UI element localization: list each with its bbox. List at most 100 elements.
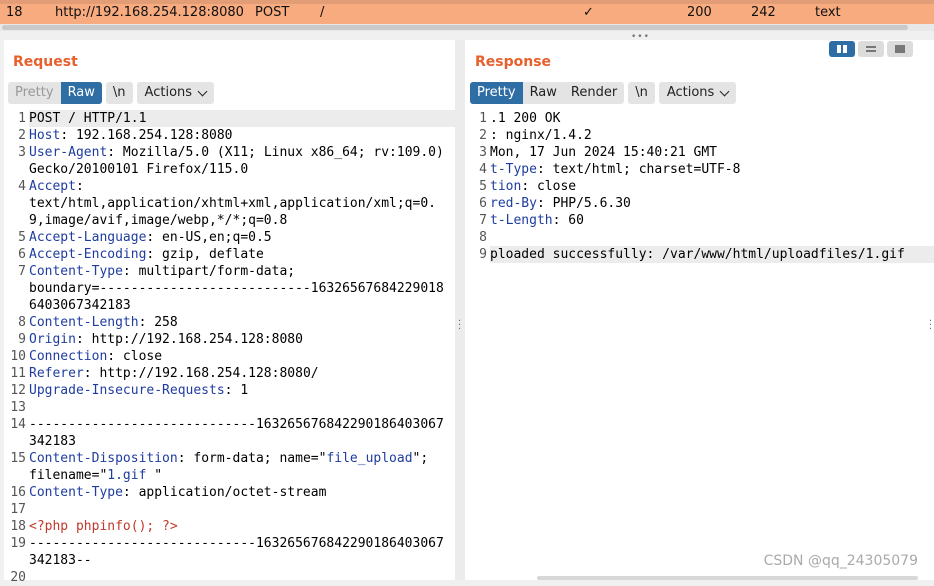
response-line-content: tion: close — [490, 178, 934, 195]
request-line-number: 4 — [18, 179, 26, 194]
response-newline-toggle[interactable]: \n — [628, 82, 655, 104]
history-row-method: POST — [255, 5, 290, 20]
request-line[interactable]: 16 Content-Type: application/octet-stream — [4, 484, 455, 501]
response-pane: Response Pretty Raw Render \n Actions 1.… — [465, 40, 934, 580]
header-name: Origin — [29, 332, 76, 347]
header-name: Content-Disposition — [29, 451, 178, 466]
request-line[interactable]: 12 Upgrade-Insecure-Requests: 1 — [4, 382, 455, 399]
request-line[interactable]: 19 -----------------------------163265676… — [4, 535, 455, 569]
request-line[interactable]: 4 Accept: text/html,application/xhtml+xml… — [4, 178, 455, 229]
response-line-number: 2 — [479, 128, 487, 143]
request-line-content: Accept-Language: en-US,en;q=0.5 — [29, 229, 455, 246]
pane-splitter[interactable]: · · · — [455, 40, 465, 580]
request-line[interactable]: 11 Referer: http://192.168.254.128:8080/ — [4, 365, 455, 382]
request-pane: Request Pretty Raw \n Actions 1 POST / HT… — [4, 40, 455, 585]
php-payload: <?php phpinfo(); ?> — [29, 519, 178, 534]
request-line-content: Content-Type: application/octet-stream — [29, 484, 455, 501]
request-line-number: 3 — [18, 145, 26, 160]
response-line-number: 6 — [479, 196, 487, 211]
response-raw-tab[interactable]: Raw — [523, 82, 564, 104]
header-name: t-Length — [490, 213, 553, 228]
response-actions-menu[interactable]: Actions — [658, 82, 737, 104]
request-line-number: 10 — [10, 349, 26, 364]
request-line[interactable]: 15 Content-Disposition: form-data; name="… — [4, 450, 455, 484]
layout-stacked-icon[interactable] — [858, 41, 884, 57]
request-line-number: 5 — [18, 230, 26, 245]
request-toolbar: Pretty Raw \n Actions — [8, 82, 215, 104]
request-line-content — [29, 569, 455, 586]
layout-side-by-side-icon[interactable] — [829, 41, 855, 57]
history-row-divider — [0, 0, 934, 4]
line-text: : close — [107, 349, 163, 364]
request-actions-menu[interactable]: Actions — [136, 82, 215, 104]
line-text: : nginx/1.4.2 — [490, 128, 592, 143]
history-row-host: http://192.168.254.128:8080 — [55, 5, 244, 20]
response-render-tab[interactable]: Render — [564, 82, 624, 104]
line-text: ploaded successfully: /var/www/html/uplo… — [490, 247, 905, 262]
request-pretty-tab[interactable]: Pretty — [8, 82, 61, 104]
request-line[interactable]: 6 Accept-Encoding: gzip, deflate — [4, 246, 455, 263]
request-line[interactable]: 1 POST / HTTP/1.1 — [4, 110, 455, 127]
response-line-content: red-By: PHP/5.6.30 — [490, 195, 934, 212]
request-line[interactable]: 18 <?php phpinfo(); ?> — [4, 518, 455, 535]
response-line-number: 5 — [479, 179, 487, 194]
response-pretty-tab[interactable]: Pretty — [470, 82, 523, 104]
request-actions-label: Actions — [144, 85, 193, 100]
history-row-selected[interactable]: 18 http://192.168.254.128:8080 POST / ✓ … — [0, 0, 934, 24]
response-line[interactable]: 6 red-By: PHP/5.6.30 — [465, 195, 934, 212]
request-raw-tab[interactable]: Raw — [60, 82, 102, 104]
request-line[interactable]: 10 Connection: close — [4, 348, 455, 365]
response-line-content — [490, 229, 934, 246]
line-text: : 258 — [138, 315, 178, 330]
request-line[interactable]: 17 — [4, 501, 455, 518]
response-line[interactable]: 3 Mon, 17 Jun 2024 15:40:21 GMT — [465, 144, 934, 161]
history-scrollbar-track[interactable] — [0, 24, 934, 31]
response-line[interactable]: 4 t-Type: text/html; charset=UTF-8 — [465, 161, 934, 178]
request-line[interactable]: 20 — [4, 569, 455, 586]
request-line-content: Content-Length: 258 — [29, 314, 455, 331]
request-line-number: 6 — [18, 247, 26, 262]
response-line[interactable]: 2: nginx/1.4.2 — [465, 127, 934, 144]
response-line[interactable]: 5 tion: close — [465, 178, 934, 195]
request-editor[interactable]: 1 POST / HTTP/1.1 2 Host: 192.168.254.128:8… — [4, 110, 455, 585]
request-line[interactable]: 3 User-Agent: Mozilla/5.0 (X11; Linux x86… — [4, 144, 455, 178]
request-line[interactable]: 5 Accept-Language: en-US,en;q=0.5 — [4, 229, 455, 246]
request-line-content: -----------------------------16326567684… — [29, 535, 455, 569]
splitter-grip-icon: · · · — [458, 316, 462, 335]
response-line-content: t-Type: text/html; charset=UTF-8 — [490, 161, 934, 178]
response-line-number: 7 — [479, 213, 487, 228]
header-name: Upgrade-Insecure-Requests — [29, 383, 225, 398]
history-scrollbar-thumb[interactable] — [2, 25, 908, 30]
request-line-number: 12 — [10, 383, 26, 398]
history-row-status: 200 — [687, 5, 712, 20]
response-title: Response — [475, 54, 552, 70]
request-line-number: 13 — [10, 400, 26, 415]
request-line-number: 19 — [10, 536, 26, 551]
response-line[interactable]: 9 ploaded successfully: /var/www/html/upl… — [465, 246, 934, 263]
response-line[interactable]: 1.1 200 OK — [465, 110, 934, 127]
request-line[interactable]: 14 -----------------------------163265676… — [4, 416, 455, 450]
header-name: Accept-Language — [29, 230, 147, 245]
response-horizontal-scrollbar[interactable] — [537, 576, 918, 580]
response-line[interactable]: 8 — [465, 229, 934, 246]
response-line-content: Mon, 17 Jun 2024 15:40:21 GMT — [490, 144, 934, 161]
response-editor[interactable]: 1.1 200 OK 2: nginx/1.4.2 3 Mon, 17 Jun 202… — [465, 110, 934, 580]
line-text: " — [154, 468, 163, 483]
request-line[interactable]: 8 Content-Length: 258 — [4, 314, 455, 331]
line-text: 1.gif — [107, 468, 155, 483]
layout-single-icon[interactable] — [887, 41, 913, 57]
request-line[interactable]: 7 Content-Type: multipart/form-data; boun… — [4, 263, 455, 314]
request-line-content: Connection: close — [29, 348, 455, 365]
request-newline-toggle[interactable]: \n — [105, 82, 133, 104]
response-line[interactable]: 7 t-Length: 60 — [465, 212, 934, 229]
request-line-number: 11 — [10, 366, 26, 381]
request-line[interactable]: 9 Origin: http://192.168.254.128:8080 — [4, 331, 455, 348]
header-name: User-Agent — [29, 145, 108, 160]
request-line[interactable]: 13 — [4, 399, 455, 416]
line-text: : http://192.168.254.128:8080 — [75, 332, 303, 347]
request-line[interactable]: 2 Host: 192.168.254.128:8080 — [4, 127, 455, 144]
history-row-number: 18 — [6, 5, 23, 20]
response-scroll-grip-icon[interactable]: · · · — [929, 317, 932, 335]
response-line-content: ploaded successfully: /var/www/html/uplo… — [490, 246, 934, 263]
line-text: : PHP/5.6.30 — [536, 196, 631, 211]
